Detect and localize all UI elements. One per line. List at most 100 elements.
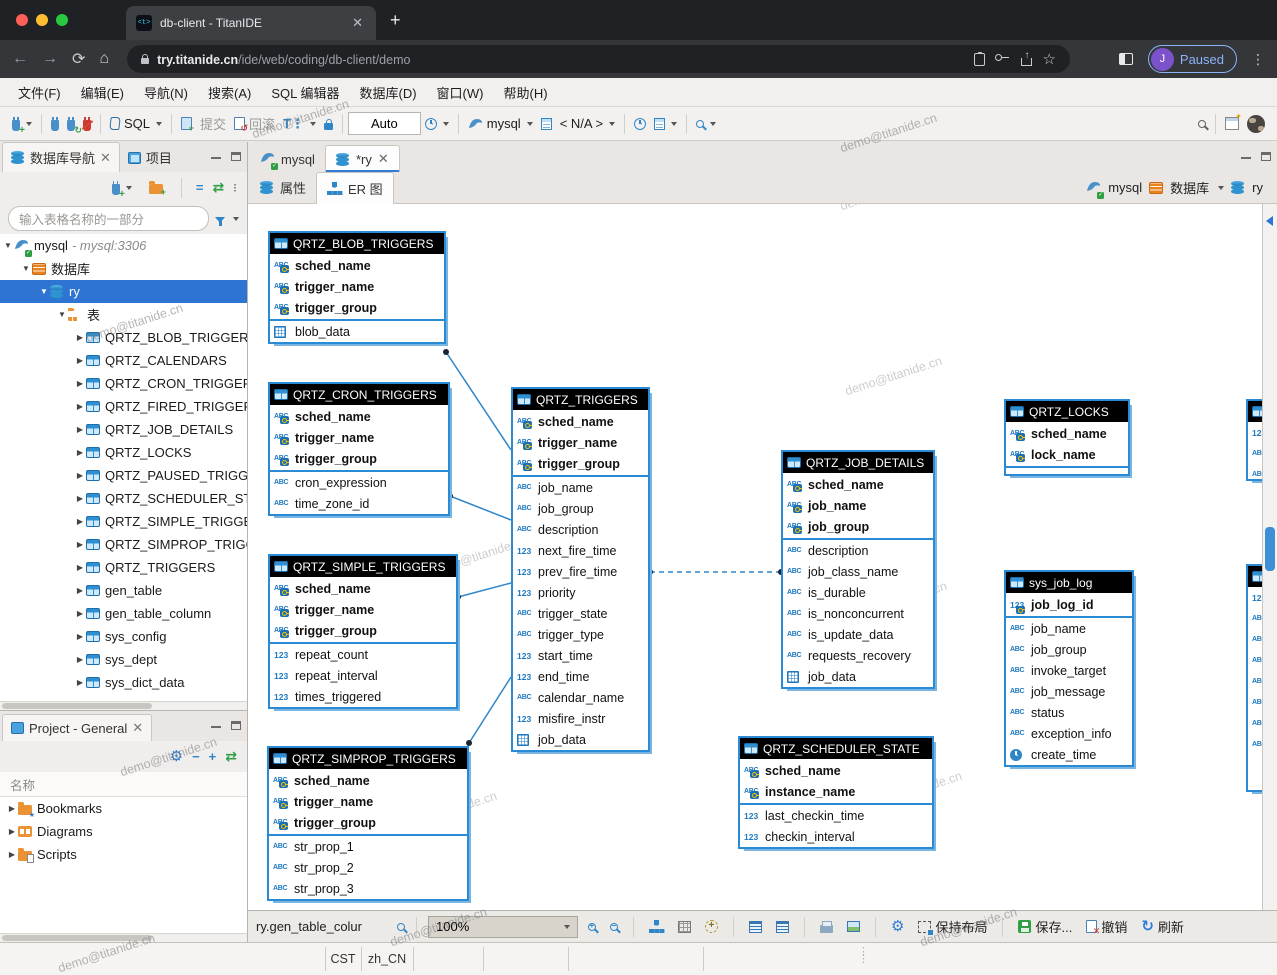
tree-table-qrtz_locks[interactable]: ▶QRTZ_LOCKS [0, 441, 247, 464]
breadcrumb-connection[interactable]: mysql [1108, 180, 1142, 195]
save-diagram-button[interactable]: 保存... [1014, 914, 1076, 939]
entity-column[interactable]: ABC [1248, 713, 1262, 734]
clipboard-icon[interactable] [974, 53, 985, 66]
tree-table-qrtz_job_details[interactable]: ▶QRTZ_JOB_DETAILS [0, 418, 247, 441]
entity-column-trigger_type[interactable]: ABCtrigger_type [513, 624, 648, 645]
tree-expand-icon[interactable]: ▶ [74, 632, 86, 641]
entity-column-job_group[interactable]: ABCjob_group [1006, 639, 1132, 660]
entity-column-trigger_name[interactable]: ABCtrigger_name [269, 791, 467, 812]
print-button[interactable] [816, 918, 837, 936]
entity-column-misfire_instr[interactable]: 123misfire_instr [513, 708, 648, 729]
keep-layout-toggle[interactable]: 保持布局 [914, 914, 991, 939]
entity-column[interactable]: ABC [1248, 692, 1262, 713]
tree-table-qrtz_cron_triggers[interactable]: ▶QRTZ_CRON_TRIGGERS [0, 372, 247, 395]
side-panel-icon[interactable] [1119, 53, 1133, 65]
tree-database-folder[interactable]: ▼数据库 [0, 257, 247, 280]
entity-header[interactable]: QRTZ_JOB_DETAILS [783, 452, 933, 473]
entity-column-job_data[interactable]: job_data [783, 666, 933, 687]
diagram-search-text[interactable]: ry.gen_table_colur [256, 919, 391, 934]
maximize-panel-icon[interactable] [231, 152, 241, 161]
entity-column-description[interactable]: ABCdescription [513, 519, 648, 540]
collapse-all-icon[interactable]: = [196, 180, 204, 195]
entity-header[interactable]: QRTZ_BLOB_TRIGGERS [270, 233, 444, 254]
er-diagram-canvas[interactable]: demo@titanide.cndemo@titanide.cndemo@tit… [248, 204, 1262, 910]
browser-tab[interactable]: <t> db-client - TitanIDE ✕ [126, 6, 376, 40]
commit-button[interactable]: 提交 [196, 111, 230, 136]
er-entity-qrtz_cron_triggers[interactable]: QRTZ_CRON_TRIGGERSABCsched_nameABCtrigge… [268, 382, 450, 516]
schema-compare-button[interactable] [650, 115, 681, 133]
breadcrumb-schema[interactable]: ry [1252, 180, 1263, 195]
reconnect-button[interactable] [63, 114, 79, 134]
entity-column-sched_name[interactable]: ABCsched_name [740, 760, 932, 781]
entity-column-sched_name[interactable]: ABCsched_name [270, 255, 444, 276]
menu-item-3[interactable]: 搜索(A) [198, 79, 261, 106]
entity-column-trigger_name[interactable]: ABCtrigger_name [270, 276, 444, 297]
diagram-settings-button[interactable]: ⚙ [887, 916, 908, 937]
close-window-button[interactable] [16, 14, 28, 26]
entity-column[interactable]: ABC [1248, 734, 1262, 755]
dashboard-button[interactable] [630, 115, 650, 133]
entity-column-job_log_id[interactable]: 123job_log_id [1006, 594, 1132, 615]
menu-item-6[interactable]: 窗口(W) [427, 79, 494, 106]
entity-column-job_group[interactable]: ABCjob_group [783, 516, 933, 537]
menu-item-0[interactable]: 文件(F) [8, 79, 71, 106]
zoom-in-button[interactable]: + [584, 920, 600, 934]
entity-column-times_triggered[interactable]: 123times_triggered [270, 686, 456, 707]
bookmark-star-icon[interactable]: ☆ [1042, 50, 1055, 68]
entity-column[interactable]: ABC [1248, 650, 1262, 671]
entity-column-job_name[interactable]: ABCjob_name [513, 477, 648, 498]
perspective-button[interactable] [1221, 114, 1243, 133]
tree-table-qrtz_simple_triggers[interactable]: ▶QRTZ_SIMPLE_TRIGGERS [0, 510, 247, 533]
minimize-panel-icon[interactable] [211, 726, 221, 729]
password-key-icon[interactable] [995, 54, 1011, 70]
menu-item-4[interactable]: SQL 编辑器 [261, 79, 349, 106]
tree-expand-icon[interactable]: ▼ [2, 241, 14, 250]
entity-column-exception_info[interactable]: ABCexception_info [1006, 723, 1132, 744]
forward-icon[interactable]: → [42, 50, 58, 68]
entity-column-sched_name[interactable]: ABCsched_name [513, 411, 648, 432]
entity-column-is_durable[interactable]: ABCis_durable [783, 582, 933, 603]
project-item-diagrams[interactable]: ▶Diagrams [0, 820, 247, 843]
entity-column-job_group[interactable]: ABCjob_group [513, 498, 648, 519]
tree-expand-icon[interactable]: ▶ [74, 379, 86, 388]
er-entity-partial-1[interactable]: 123ABCABCABCABCABCABCABC [1246, 564, 1262, 792]
entity-column-invoke_target[interactable]: ABCinvoke_target [1006, 660, 1132, 681]
project-item-scripts[interactable]: ▶Scripts [0, 843, 247, 866]
tree-table-gen_table[interactable]: ▶gen_table [0, 579, 247, 602]
tree-expand-icon[interactable]: ▶ [74, 333, 86, 342]
export-image-button[interactable] [843, 918, 864, 935]
zoom-out-button[interactable]: − [606, 920, 622, 934]
entity-column-trigger_group[interactable]: ABCtrigger_group [270, 620, 456, 641]
diagram-search-icon[interactable] [397, 923, 405, 931]
tree-expand-icon[interactable]: ▶ [74, 425, 86, 434]
minimize-editor-icon[interactable] [1241, 157, 1251, 160]
tree-table-qrtz_calendars[interactable]: ▶QRTZ_CALENDARS [0, 349, 247, 372]
maximize-editor-icon[interactable] [1261, 152, 1271, 161]
entity-header[interactable]: QRTZ_LOCKS [1006, 401, 1128, 422]
undo-button[interactable]: ✕撤销 [1082, 914, 1131, 939]
entity-column-trigger_state[interactable]: ABCtrigger_state [513, 603, 648, 624]
entity-column-description[interactable]: ABCdescription [783, 540, 933, 561]
entity-header[interactable]: sys_job_log [1006, 572, 1132, 593]
show-attributes-button[interactable] [745, 918, 766, 936]
tree-expand-icon[interactable]: ▶ [74, 402, 86, 411]
new-folder-button[interactable]: + [145, 178, 167, 197]
tree-expand-icon[interactable]: ▼ [56, 310, 68, 319]
entity-column-trigger_group[interactable]: ABCtrigger_group [269, 812, 467, 833]
account-button[interactable] [1243, 112, 1269, 136]
tree-connection-mysql[interactable]: ▼✓mysql - mysql:3306 [0, 234, 247, 257]
link-editor-icon[interactable]: ⇄ [225, 748, 237, 765]
tree-table-qrtz_paused_triggers[interactable]: ▶QRTZ_PAUSED_TRIGGERS [0, 464, 247, 487]
tree-expand-icon[interactable]: ▼ [20, 264, 32, 273]
subtab-properties[interactable]: 属性 [250, 172, 316, 203]
entity-column-prev_fire_time[interactable]: 123prev_fire_time [513, 561, 648, 582]
minimize-window-button[interactable] [36, 14, 48, 26]
auto-layout-button[interactable] [645, 917, 668, 936]
browser-menu-icon[interactable]: ⋮ [1251, 51, 1265, 68]
expand-all-icon[interactable]: + [209, 749, 217, 764]
menu-item-5[interactable]: 数据库(D) [350, 79, 427, 106]
refresh-button[interactable]: ↻刷新 [1137, 914, 1188, 939]
rollback-button[interactable]: ↺回滚 [230, 111, 279, 136]
tab-project-general[interactable]: Project - General✕ [2, 714, 152, 741]
entity-column-checkin_interval[interactable]: 123checkin_interval [740, 826, 932, 847]
